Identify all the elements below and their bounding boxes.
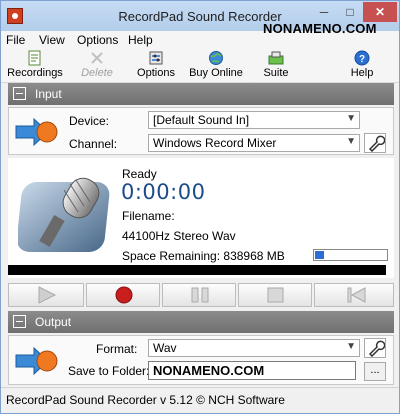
output-panel: Format: Wav ▼ Save to Folder: NONAMENO.C…: [8, 335, 394, 385]
input-section-header[interactable]: Input: [8, 83, 394, 105]
app-window: RecordPad Sound Recorder ─ □ ✕ File View…: [0, 0, 400, 414]
collapse-output-toggle[interactable]: [13, 315, 26, 328]
stop-icon: [267, 287, 284, 303]
buy-online-icon: [209, 51, 223, 65]
maximize-button[interactable]: □: [337, 2, 363, 22]
level-meter: [8, 265, 386, 275]
suite-button[interactable]: Suite: [260, 49, 292, 81]
svg-text:?: ?: [359, 54, 365, 65]
pause-icon: [191, 287, 209, 303]
menu-options[interactable]: Options: [77, 33, 118, 47]
format-select-value: Wav: [153, 341, 177, 355]
suite-label: Suite: [263, 67, 289, 79]
toolbar: Recordings Delete Options Buy Online Sui…: [1, 49, 399, 83]
options-icon: [149, 51, 163, 65]
suite-icon: [268, 51, 284, 65]
input-section-title: Input: [35, 87, 62, 101]
input-panel: Device: [Default Sound In] ▼ Channel: Wi…: [8, 107, 394, 155]
play-icon: [38, 286, 57, 304]
format-label: Format:: [96, 342, 138, 356]
status-bar-text: RecordPad Sound Recorder v 5.12 © NCH So…: [6, 393, 285, 407]
recordings-label: Recordings: [7, 67, 63, 79]
save-folder-input[interactable]: NONAMENO.COM: [148, 361, 356, 380]
device-label: Device:: [69, 114, 110, 128]
status-area: Ready 0:00:00 Filename: 44100Hz Stereo W…: [8, 158, 394, 278]
help-button[interactable]: ? Help: [347, 49, 377, 81]
skip-start-icon: [347, 287, 366, 303]
minimize-button[interactable]: ─: [311, 2, 337, 22]
delete-button[interactable]: Delete: [77, 49, 117, 81]
help-icon: ?: [354, 50, 370, 66]
format-info: 44100Hz Stereo Wav: [122, 229, 236, 243]
device-select-value: [Default Sound In]: [153, 113, 250, 127]
wrench-icon: [368, 135, 386, 153]
wrench-icon: [368, 340, 386, 358]
menu-file[interactable]: File: [6, 33, 25, 47]
buy-online-button[interactable]: Buy Online: [187, 49, 245, 81]
recordings-icon: [28, 50, 41, 66]
recording-timer: 0:00:00: [121, 180, 206, 204]
channel-select[interactable]: Windows Record Mixer ▼: [148, 134, 360, 152]
buy-online-label: Buy Online: [189, 67, 243, 79]
chevron-down-icon: ▼: [346, 341, 356, 352]
filename-label: Filename:: [122, 209, 175, 223]
chevron-down-icon: ▼: [346, 113, 356, 124]
channel-settings-button[interactable]: [364, 133, 386, 153]
brand-overlay: NONAMENO.COM: [263, 21, 377, 36]
channel-select-value: Windows Record Mixer: [153, 136, 277, 150]
channel-label: Channel:: [69, 137, 118, 151]
format-select[interactable]: Wav ▼: [148, 339, 360, 357]
pause-button[interactable]: [162, 283, 236, 307]
status-bar: RecordPad Sound Recorder v 5.12 © NCH So…: [1, 387, 399, 413]
status-text: Ready: [122, 167, 157, 181]
browse-folder-button[interactable]: ...: [364, 362, 386, 381]
menu-help[interactable]: Help: [128, 33, 153, 47]
output-section-header[interactable]: Output: [8, 311, 394, 333]
output-section-title: Output: [35, 315, 72, 329]
delete-icon: [91, 52, 103, 64]
arrow-record-icon: [15, 346, 58, 376]
chevron-down-icon: ▼: [346, 136, 356, 147]
record-icon: [115, 286, 133, 304]
play-button[interactable]: [8, 283, 84, 307]
help-label: Help: [350, 67, 374, 79]
space-progress-bar: [313, 249, 388, 261]
microphone-icon: [18, 177, 110, 252]
menu-view[interactable]: View: [39, 33, 65, 47]
transport-controls: [8, 283, 394, 307]
options-label: Options: [137, 67, 175, 79]
delete-label: Delete: [81, 67, 113, 79]
space-remaining-text: Space Remaining: 838968 MB: [122, 249, 285, 263]
device-select[interactable]: [Default Sound In] ▼: [148, 111, 360, 129]
format-settings-button[interactable]: [364, 338, 386, 358]
record-button[interactable]: [86, 283, 160, 307]
close-button[interactable]: ✕: [363, 2, 397, 22]
save-folder-label: Save to Folder:: [68, 364, 150, 378]
options-button[interactable]: Options: [135, 49, 177, 81]
collapse-input-toggle[interactable]: [13, 87, 26, 100]
arrow-record-icon: [15, 117, 58, 147]
stop-button[interactable]: [238, 283, 312, 307]
space-progress-fill: [315, 251, 324, 259]
recordings-button[interactable]: Recordings: [5, 49, 65, 81]
skip-start-button[interactable]: [314, 283, 394, 307]
